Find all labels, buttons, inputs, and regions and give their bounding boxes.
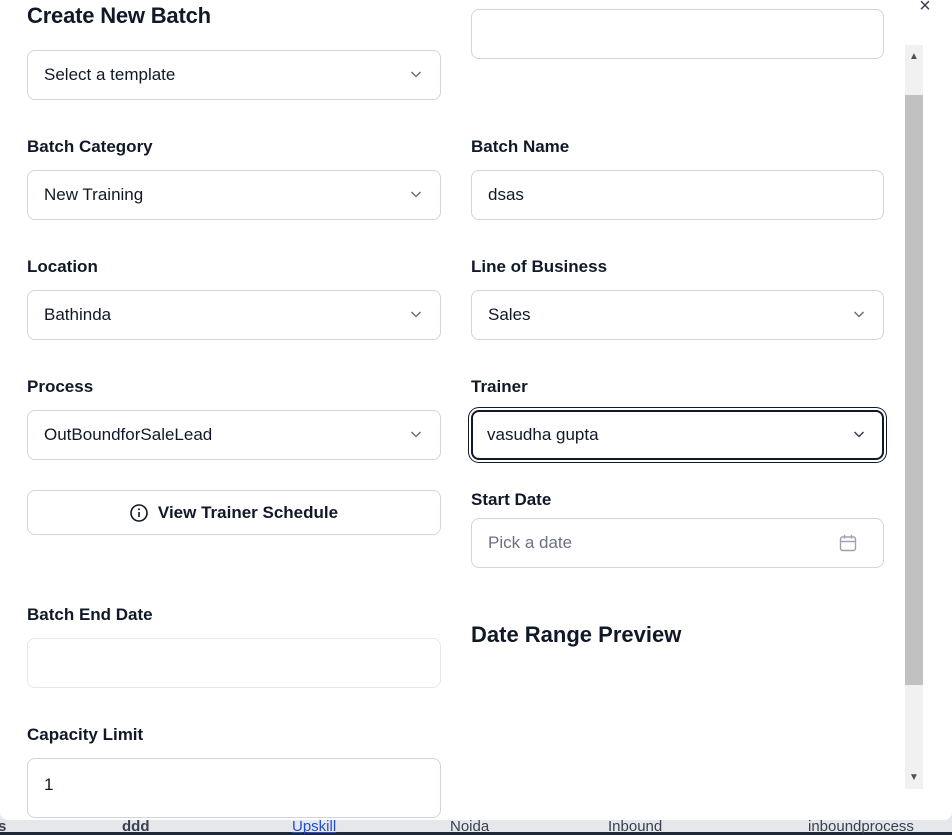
process-label: Process — [27, 377, 94, 396]
start-date-label: Start Date — [471, 490, 552, 509]
bg-cell-location: Noida — [450, 818, 490, 835]
capacity-limit-label: Capacity Limit — [27, 725, 144, 744]
location-value: Bathinda — [44, 305, 112, 324]
batch-category-select[interactable]: New Training — [27, 170, 441, 220]
template-select[interactable]: Select a template — [27, 50, 441, 100]
create-batch-dialog: Create New Batch × Select a template Bat… — [0, 0, 952, 820]
process-select[interactable]: OutBoundforSaleLead — [27, 410, 441, 460]
batch-end-date-label: Batch End Date — [27, 605, 153, 624]
dialog-title: Create New Batch — [27, 3, 211, 28]
bg-cell-process: inboundprocess — [808, 818, 914, 835]
line-of-business-value: Sales — [488, 305, 531, 324]
template-select-value: Select a template — [44, 65, 176, 84]
batch-category-label: Batch Category — [27, 137, 153, 156]
batch-name-label: Batch Name — [471, 137, 570, 156]
start-date-placeholder: Pick a date — [488, 533, 573, 552]
chevron-down-icon — [410, 191, 422, 198]
chevron-down-icon — [853, 311, 865, 318]
info-icon — [130, 503, 148, 522]
bg-cell-category-link[interactable]: Upskill — [292, 818, 336, 835]
batch-name-input[interactable]: dsas — [471, 170, 884, 220]
view-trainer-schedule-button[interactable]: View Trainer Schedule — [27, 490, 441, 535]
chevron-down-icon — [410, 431, 422, 438]
chevron-down-icon — [853, 431, 865, 438]
process-value: OutBoundforSaleLead — [44, 425, 213, 444]
start-date-picker[interactable]: Pick a date — [471, 518, 884, 568]
batch-end-date-field — [27, 638, 441, 688]
date-range-preview-title: Date Range Preview — [471, 622, 682, 647]
trainer-select[interactable]: vasudha gupta — [471, 410, 884, 460]
bg-cell-lob: Inbound — [608, 818, 663, 835]
bg-cell-edge: s — [0, 818, 7, 835]
location-select[interactable]: Bathinda — [27, 290, 441, 340]
scrollbar-thumb[interactable] — [905, 95, 923, 685]
batch-name-value: dsas — [488, 185, 524, 204]
bg-cell-name: ddd — [122, 818, 150, 835]
chevron-down-icon — [410, 311, 422, 318]
partial-field-top[interactable] — [471, 9, 884, 59]
location-label: Location — [27, 257, 98, 276]
close-icon[interactable]: × — [915, 0, 935, 16]
capacity-limit-value: 1 — [44, 775, 54, 794]
view-trainer-schedule-label: View Trainer Schedule — [157, 502, 339, 522]
line-of-business-select[interactable]: Sales — [471, 290, 884, 340]
trainer-value: vasudha gupta — [487, 425, 599, 444]
calendar-icon — [839, 535, 857, 552]
scroll-up-arrow-icon[interactable]: ▲ — [905, 48, 923, 66]
scroll-down-arrow-icon[interactable]: ▼ — [905, 769, 923, 787]
trainer-label: Trainer — [471, 377, 528, 396]
chevron-down-icon — [410, 71, 422, 78]
capacity-limit-input[interactable]: 1 — [27, 758, 441, 818]
line-of-business-label: Line of Business — [471, 257, 608, 276]
batch-category-value: New Training — [44, 185, 144, 204]
